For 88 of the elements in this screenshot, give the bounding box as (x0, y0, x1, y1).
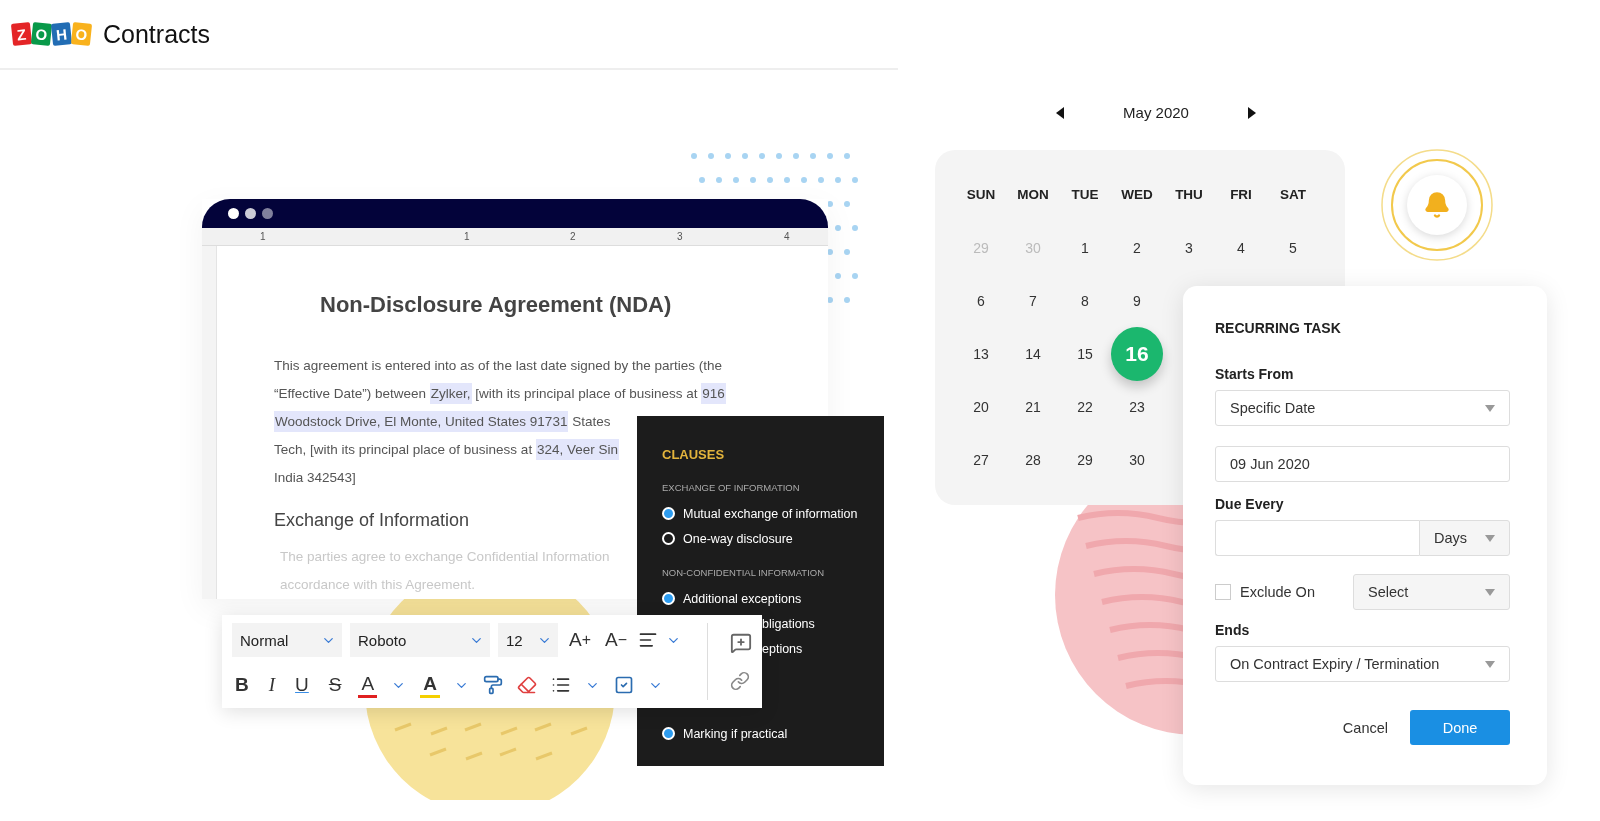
document-title: Non-Disclosure Agreement (NDA) (320, 292, 672, 318)
paragraph-line: Tech, [with its principal place of business at 324, Veer Sin (274, 436, 619, 464)
format-button[interactable]: B (232, 670, 252, 700)
checkbox[interactable] (1215, 584, 1231, 600)
previous-month-icon[interactable] (1056, 106, 1064, 119)
cancel-button[interactable]: Cancel (1342, 719, 1388, 736)
app-name: Contracts (103, 19, 210, 49)
weekday-label: TUE (1070, 186, 1100, 204)
weekday-label: MON (1016, 186, 1050, 204)
select-field[interactable]: Specific Date (1215, 390, 1510, 426)
weekday-label: SUN (965, 186, 997, 204)
caret-icon (1485, 588, 1495, 596)
weekday-label: WED (1120, 186, 1154, 204)
dialog-title: RECURRING TASK (1215, 320, 1342, 336)
clause-option-label: Additional exceptions (683, 591, 802, 606)
caret-icon (1485, 660, 1495, 668)
ruler-number: 1 (260, 230, 266, 242)
calendar-day[interactable]: 13 (973, 345, 989, 362)
toolbar-select[interactable]: Roboto (350, 623, 490, 657)
calendar-day[interactable]: 30 (1129, 451, 1145, 468)
calendar-day[interactable]: 21 (1025, 398, 1041, 415)
clause-group-heading: EXCHANGE OF INFORMATION (662, 482, 801, 493)
calendar-day[interactable]: 5 (1289, 239, 1297, 256)
comment-add-icon[interactable] (730, 631, 752, 654)
select-field[interactable]: Select (1353, 574, 1510, 610)
unit-select[interactable]: Days (1419, 520, 1510, 556)
list-icon[interactable] (550, 675, 571, 695)
link-icon[interactable] (730, 671, 752, 692)
calendar-day[interactable]: 1 (1081, 239, 1089, 256)
caret-icon (1485, 404, 1495, 412)
checkbox-label: Exclude On (1240, 584, 1316, 600)
field-label: Ends (1215, 622, 1251, 638)
date-field[interactable]: 09 Jun 2020 (1215, 446, 1510, 482)
input-field[interactable] (1215, 520, 1419, 556)
paragraph-line: This agreement is entered into as of the last date signed by the parties (the (274, 357, 722, 375)
clause-option-label: eptions (762, 641, 803, 656)
paragraph-line: “Effective Date”) between Zylker, [with its principal place of business at 916 (274, 380, 726, 408)
calendar-day[interactable]: 2 (1133, 239, 1141, 256)
select-field[interactable]: On Contract Expiry / Termination (1215, 646, 1510, 682)
weekday-label: SAT (1279, 186, 1307, 204)
paragraph-line: India 342543] (274, 469, 356, 487)
clause-option-label: Marking if practical (683, 726, 788, 741)
calendar-day[interactable]: 14 (1025, 345, 1041, 362)
caret-icon (1485, 534, 1495, 542)
section-heading: Exchange of Information (274, 510, 470, 531)
next-month-icon[interactable] (1248, 106, 1256, 119)
calendar-day[interactable]: 3 (1185, 239, 1193, 256)
calendar-day[interactable]: 8 (1081, 292, 1089, 309)
format-button[interactable]: S (325, 670, 345, 700)
format-button[interactable]: A (420, 672, 440, 698)
calendar-day[interactable]: 29 (1077, 451, 1093, 468)
radio-button[interactable] (662, 532, 675, 545)
format-button[interactable]: A (358, 672, 378, 698)
calendar-day[interactable]: 22 (1077, 398, 1093, 415)
month-label: May 2020 (1123, 104, 1189, 121)
radio-button[interactable] (662, 507, 675, 520)
weekday-label: THU (1174, 186, 1204, 204)
eraser-icon[interactable] (516, 675, 537, 695)
format-button[interactable]: U (292, 670, 312, 700)
clauses-title: CLAUSES (662, 447, 726, 462)
align-left-icon[interactable] (637, 630, 658, 650)
calendar-day[interactable]: 28 (1025, 451, 1041, 468)
clause-group-heading: NON-CONFIDENTIAL INFORMATION (662, 567, 826, 578)
toolbar-select[interactable]: Normal (232, 623, 342, 657)
ruler-number: 3 (677, 230, 683, 242)
ruler-number: 4 (784, 230, 790, 242)
toolbar-select[interactable]: 12 (498, 623, 558, 657)
paint-roller-icon[interactable] (482, 675, 503, 695)
field-label: Due Every (1215, 496, 1285, 512)
calendar-day[interactable]: 9 (1133, 292, 1141, 309)
calendar-day[interactable]: 7 (1029, 292, 1037, 309)
ruler-number: 1 (464, 230, 470, 242)
field-label: Starts From (1215, 366, 1295, 382)
checkbox-icon[interactable] (613, 675, 634, 695)
clause-option-label: Mutual exchange of information (683, 506, 858, 521)
calendar-day[interactable]: 20 (973, 398, 989, 415)
clause-option-label: One-way disclosure (683, 531, 793, 546)
calendar-day[interactable]: 6 (977, 292, 985, 309)
radio-button[interactable] (662, 592, 675, 605)
format-button[interactable]: I (265, 670, 279, 700)
ruler-number: 2 (570, 230, 576, 242)
calendar-day[interactable]: 4 (1237, 239, 1245, 256)
calendar-day[interactable]: 27 (973, 451, 989, 468)
calendar-day[interactable]: 15 (1077, 345, 1093, 362)
clause-option-label: bligations (762, 616, 815, 631)
radio-button[interactable] (662, 727, 675, 740)
calendar-day[interactable]: 23 (1129, 398, 1145, 415)
weekday-label: FRI (1229, 186, 1253, 204)
